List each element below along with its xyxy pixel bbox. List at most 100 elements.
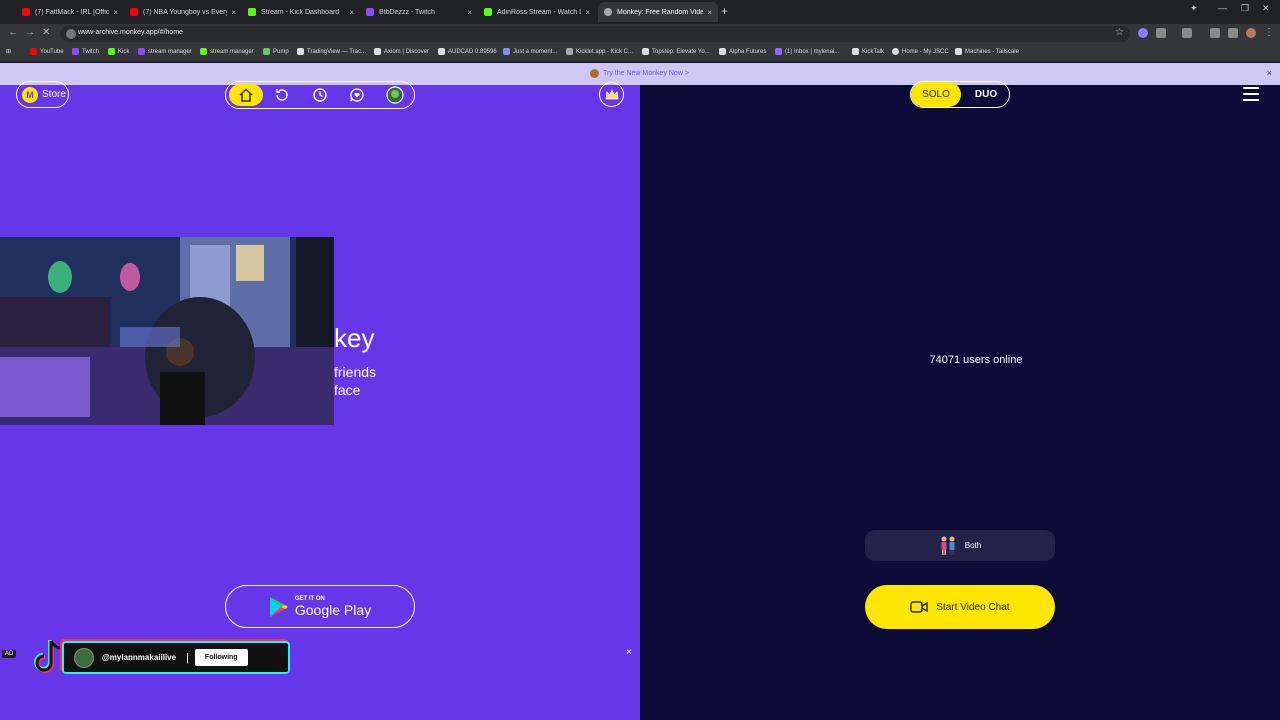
chart-icon: [438, 48, 445, 55]
minimize-icon[interactable]: —: [1218, 3, 1227, 13]
home-icon: [239, 88, 253, 102]
back-icon[interactable]: ←: [8, 27, 18, 38]
bookmark-item[interactable]: YouTube: [30, 48, 64, 55]
bookmark-star-icon[interactable]: ☆: [1115, 27, 1124, 38]
clock-icon: [313, 88, 327, 102]
home-nav-button[interactable]: [229, 84, 263, 106]
browser-tab[interactable]: (7) NBA Youngboy vs Everybod... ×: [124, 2, 242, 22]
extensions-puzzle-icon[interactable]: [1156, 28, 1166, 38]
download-icon[interactable]: [1210, 28, 1220, 38]
close-ad-button[interactable]: ×: [626, 647, 632, 658]
browser-toolbar: ← → ✕ www-archive.monkey.app/#/home ☆ ⋮: [0, 24, 1280, 44]
browser-tab[interactable]: (7) FattMack - IRL [Official Mu... ×: [16, 2, 124, 22]
close-tab-icon[interactable]: ×: [231, 8, 236, 17]
close-tab-icon[interactable]: ×: [467, 8, 472, 17]
tiktok-follow-bar: @mylannmakaiilive | Following: [62, 641, 290, 674]
twitch-icon: [72, 48, 79, 55]
ad-badge: AD: [2, 650, 17, 658]
bookmark-item[interactable]: AUDCAD 0.89596: [438, 48, 497, 55]
close-tab-icon[interactable]: ×: [349, 8, 354, 17]
kicklet-icon: [566, 48, 573, 55]
new-tab-button[interactable]: +: [721, 4, 728, 18]
bookmark-item[interactable]: Pump: [263, 48, 289, 55]
browser-tab-active[interactable]: Monkey: Free Random Vide... ×: [598, 2, 718, 22]
forward-icon[interactable]: →: [25, 27, 35, 38]
kick-icon: [248, 8, 256, 16]
youtube-icon: [22, 8, 30, 16]
kick-icon: [108, 48, 115, 55]
start-video-chat-button[interactable]: Start Video Chat: [865, 585, 1055, 629]
tailscale-icon: [955, 48, 962, 55]
streamer-webcam-overlay: [0, 237, 334, 425]
bookmark-item[interactable]: Kicklet.app - Kick C...: [566, 48, 633, 55]
coin-icon: M: [22, 86, 38, 103]
clock-nav-button[interactable]: [311, 86, 329, 104]
media-icon[interactable]: [1228, 28, 1238, 38]
side-panel-icon[interactable]: [1182, 28, 1192, 38]
youtube-icon: [30, 48, 37, 55]
kick-icon: [484, 8, 492, 16]
gender-filter-button[interactable]: Both: [865, 530, 1055, 561]
bookmark-item[interactable]: Axiom | Discover: [374, 48, 429, 55]
extension-icon[interactable]: [1138, 28, 1148, 38]
browser-tab[interactable]: AdinRoss Stream - Watch Live o... ×: [478, 2, 596, 22]
stop-loading-icon[interactable]: ✕: [42, 27, 50, 38]
bookmark-item[interactable]: Just a moment...: [503, 48, 557, 55]
address-bar[interactable]: www-archive.monkey.app/#/home ☆: [60, 26, 1130, 42]
google-play-button[interactable]: GET IT ON Google Play: [225, 585, 415, 628]
ai-sparkle-icon[interactable]: ✦: [1190, 3, 1198, 14]
solo-mode-button[interactable]: SOLO: [911, 82, 961, 107]
close-banner-button[interactable]: ×: [1267, 68, 1272, 78]
users-online-count: 74071 users online: [929, 354, 1023, 366]
url-text: www-archive.monkey.app/#/home: [78, 29, 183, 36]
monkey-logo-icon: [590, 69, 599, 78]
google-play-icon: [269, 596, 288, 617]
proton-mail-icon: [775, 48, 782, 55]
cloudflare-icon: [503, 48, 510, 55]
bookmark-item[interactable]: Topstep: Elevate Yo...: [642, 48, 710, 55]
bookmark-item[interactable]: Kick: [108, 48, 129, 55]
twitch-icon: [138, 48, 145, 55]
pump-icon: [263, 48, 270, 55]
profile-avatar[interactable]: [1246, 28, 1256, 38]
bookmark-item[interactable]: stream manager: [200, 48, 254, 55]
following-button[interactable]: Following: [194, 649, 248, 666]
bookmark-item[interactable]: Alpha Futures: [719, 48, 766, 55]
browser-tab[interactable]: BtbDezzz - Twitch ×: [360, 2, 478, 22]
bookmark-item[interactable]: Home - My JSCC: [892, 48, 949, 55]
bookmark-item[interactable]: Machines - Tailscale: [955, 48, 1019, 55]
store-button[interactable]: M Store: [16, 81, 69, 108]
refresh-history-icon: [276, 89, 288, 101]
twitch-icon: [366, 8, 374, 16]
bookmark-item[interactable]: (1) Inbox | mylenai...: [775, 48, 839, 55]
close-tab-icon[interactable]: ×: [707, 8, 712, 17]
close-window-icon[interactable]: ✕: [1262, 3, 1270, 14]
duo-mode-button[interactable]: DUO: [963, 82, 1009, 107]
apps-grid-icon[interactable]: ⊞: [6, 48, 11, 55]
profile-nav-button[interactable]: [386, 86, 404, 104]
premium-button[interactable]: [599, 82, 624, 107]
try-new-monkey-link[interactable]: Try the New Monkey Now >: [590, 69, 689, 78]
monkey-icon: [604, 8, 612, 16]
history-nav-button[interactable]: [273, 86, 291, 104]
site-info-icon[interactable]: [66, 29, 76, 39]
hamburger-menu-icon[interactable]: [1243, 87, 1259, 101]
chat-nav-button[interactable]: [348, 86, 366, 104]
crown-icon: [605, 88, 618, 99]
mode-toggle: SOLO DUO: [910, 81, 1010, 108]
restore-icon[interactable]: ❐: [1241, 3, 1249, 14]
bookmark-item[interactable]: KickTalk: [852, 48, 884, 55]
profile-avatar-icon: [386, 86, 404, 104]
bookmark-item[interactable]: Twitch: [72, 48, 99, 55]
more-menu-icon[interactable]: ⋮: [1264, 27, 1274, 38]
separator: |: [186, 651, 189, 664]
bookmark-item[interactable]: stream manager: [138, 48, 192, 55]
kicktalk-icon: [852, 48, 859, 55]
browser-tab[interactable]: Stream - Kick Dashboard ×: [242, 2, 360, 22]
avatar: [74, 647, 94, 668]
close-tab-icon[interactable]: ×: [585, 8, 590, 17]
hero-headline: key: [334, 323, 375, 353]
hero-subline: face: [334, 382, 361, 398]
close-tab-icon[interactable]: ×: [113, 8, 118, 17]
bookmark-item[interactable]: TradingView — Trac...: [297, 48, 366, 55]
